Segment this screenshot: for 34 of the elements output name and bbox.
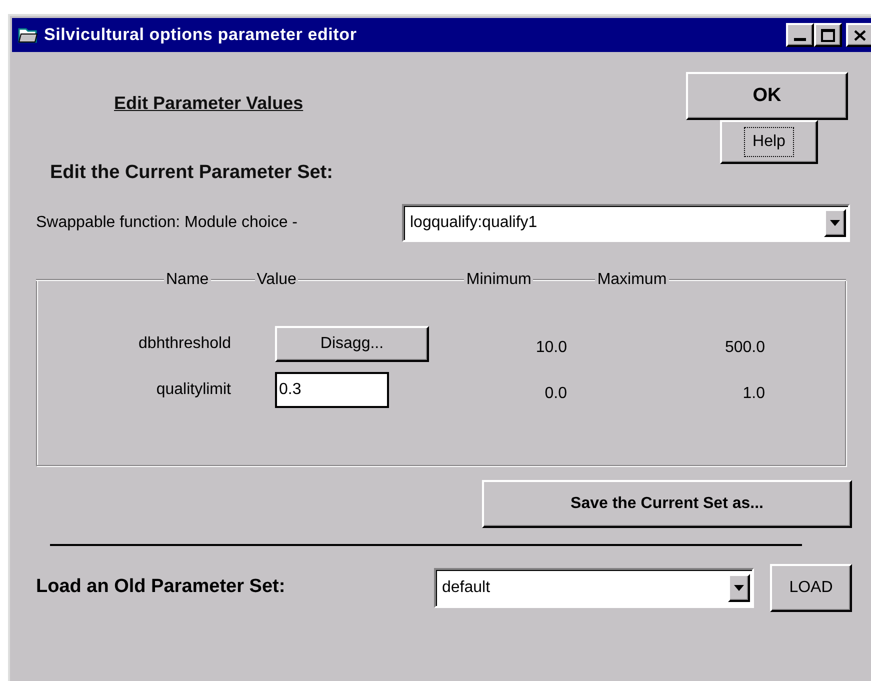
- dropdown-arrow-button[interactable]: [824, 208, 846, 236]
- column-header: Minimum: [465, 270, 532, 290]
- dropdown-arrow-button[interactable]: [728, 574, 750, 602]
- parameter-name: dbhthreshold: [137, 334, 231, 354]
- heading: Edit Parameter Values: [114, 92, 304, 115]
- close-icon: [854, 30, 866, 40]
- maximize-button[interactable]: [814, 23, 842, 47]
- close-button[interactable]: [846, 23, 871, 47]
- maximum-value: 1.0: [742, 384, 765, 404]
- column-header: Value: [256, 270, 298, 290]
- column-header: Name: [165, 270, 210, 290]
- load-set-label: Load an Old Parameter Set:: [36, 575, 286, 600]
- section-title: Edit the Current Parameter Set:: [50, 161, 333, 185]
- maximize-icon: [821, 28, 835, 42]
- save-set-button[interactable]: Save the Current Set as...: [482, 480, 852, 528]
- module-choice-dropdown[interactable]: logqualify:qualify1: [402, 204, 850, 242]
- disaggregate-button[interactable]: Disagg...: [275, 326, 429, 362]
- help-button[interactable]: Help: [720, 120, 818, 164]
- value-input[interactable]: 0.3: [275, 372, 389, 408]
- column-header: Maximum: [596, 270, 668, 290]
- caret-icon: [734, 584, 744, 590]
- minimize-icon: [794, 38, 806, 41]
- caret-icon: [830, 220, 840, 226]
- folder-icon: [18, 26, 38, 44]
- ok-button[interactable]: OK: [686, 72, 848, 120]
- minimize-button[interactable]: [786, 23, 814, 47]
- parameter-set-dropdown[interactable]: default: [434, 568, 754, 608]
- window-title: Silvicultural options parameter editor: [44, 24, 357, 46]
- minimum-value: 10.0: [534, 338, 567, 358]
- maximum-value: 500.0: [724, 338, 765, 358]
- module-choice-label: Swappable function: Module choice -: [36, 212, 298, 232]
- parameter-name: qualitylimit: [155, 380, 231, 400]
- load-button[interactable]: LOAD: [770, 564, 852, 612]
- minimum-value: 0.0: [544, 384, 567, 404]
